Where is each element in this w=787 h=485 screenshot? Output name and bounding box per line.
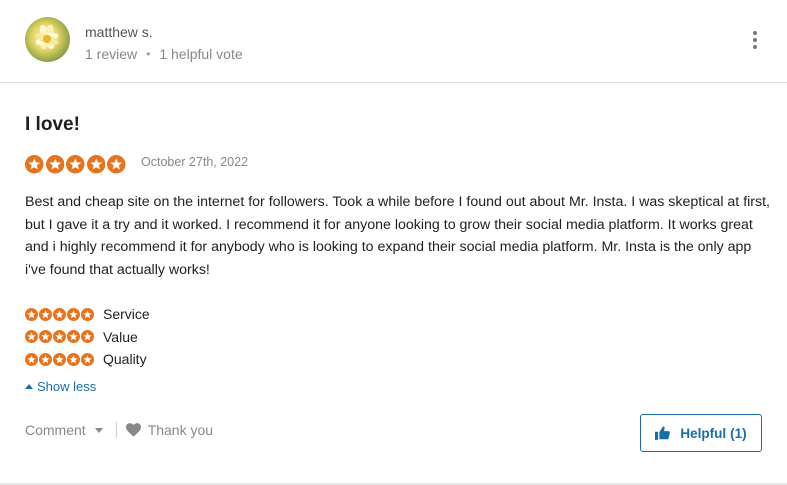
meta-separator: • (146, 47, 151, 61)
sub-ratings: Service Value Quality (25, 303, 150, 371)
star-icon (66, 155, 85, 174)
review-body: Best and cheap site on the internet for … (25, 194, 770, 278)
action-divider (115, 422, 117, 438)
star-icon (67, 352, 80, 366)
show-less-label: Show less (37, 379, 97, 394)
sub-rating-stars (25, 330, 94, 344)
star-icon (45, 155, 64, 174)
thank-you-label: Thank you (147, 422, 214, 438)
star-icon (81, 330, 94, 344)
star-icon (67, 330, 80, 344)
star-icon (81, 352, 94, 366)
avatar[interactable] (25, 17, 70, 62)
sub-rating-stars (25, 307, 94, 321)
star-icon (25, 330, 38, 344)
sub-rating-row: Service (25, 303, 150, 326)
kebab-menu-icon[interactable] (748, 31, 762, 49)
heart-icon (125, 423, 141, 437)
review-date: October 27th, 2022 (141, 155, 249, 169)
sub-rating-label: Quality (103, 351, 147, 368)
review-card: matthew s. 1 review • 1 helpful vote I l… (0, 0, 787, 485)
reviewer-name[interactable]: matthew s. (85, 24, 153, 40)
star-icon (39, 330, 52, 344)
star-icon (39, 307, 52, 321)
helpful-button[interactable]: Helpful (1) (640, 414, 762, 452)
sub-rating-row: Quality (25, 348, 150, 371)
chevron-down-icon (94, 427, 103, 433)
sub-rating-stars (25, 352, 94, 366)
star-icon (86, 155, 105, 174)
star-icon (25, 352, 38, 366)
reviewer-meta: 1 review • 1 helpful vote (85, 46, 243, 62)
star-icon (53, 352, 66, 366)
star-icon (67, 307, 80, 321)
star-icon (53, 307, 66, 321)
comment-label: Comment (25, 422, 86, 438)
comment-dropdown[interactable]: Comment (25, 422, 103, 438)
show-less-link[interactable]: Show less (25, 379, 96, 394)
helpful-label: Helpful (680, 425, 727, 441)
sub-rating-label: Value (103, 328, 138, 345)
star-icon (39, 352, 52, 366)
star-icon (53, 330, 66, 344)
star-icon (25, 155, 44, 174)
overall-star-rating (25, 155, 126, 174)
review-count: 1 review (85, 46, 138, 62)
review-title: I love! (25, 114, 80, 135)
sub-rating-label: Service (103, 306, 150, 323)
star-icon (81, 307, 94, 321)
water-lily-avatar-icon (35, 24, 59, 50)
helpful-vote-count: 1 helpful vote (159, 46, 243, 62)
kebab-dot (753, 45, 757, 49)
thank-you-button[interactable]: Thank you (125, 422, 214, 438)
review-header: matthew s. 1 review • 1 helpful vote (0, 0, 787, 83)
kebab-dot (753, 38, 757, 42)
helpful-count: (1) (730, 425, 747, 441)
star-icon (107, 155, 126, 174)
caret-up-icon (25, 384, 33, 389)
sub-rating-row: Value (25, 326, 150, 349)
review-actions: Comment Thank you (25, 422, 213, 438)
kebab-dot (753, 31, 757, 35)
thumbs-up-icon (655, 426, 671, 440)
star-icon (25, 307, 38, 321)
